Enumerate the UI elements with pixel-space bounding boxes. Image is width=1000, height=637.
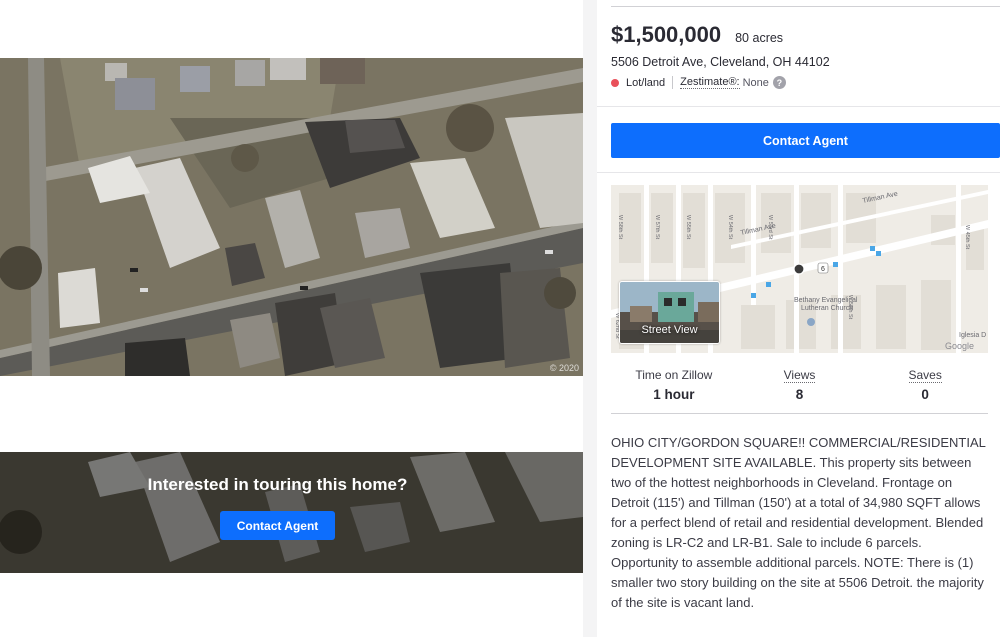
divider <box>597 106 1000 107</box>
listing-description: OHIO CITY/GORDON SQUARE!! COMMERCIAL/RES… <box>611 435 986 610</box>
price: $1,500,000 <box>611 22 722 47</box>
map-label-w55: W 55th St <box>685 215 691 240</box>
street-view-label: Street View <box>641 324 698 336</box>
summary-row: $1,500,000 80 acres <box>611 22 783 48</box>
route-shield-label: 6 <box>821 266 825 273</box>
zestimate-value: None <box>742 76 769 89</box>
column-divider <box>583 0 597 637</box>
map-label-iglesia: Iglesia D <box>959 332 986 339</box>
map-label-w58: W 58th St <box>617 215 623 240</box>
photo-column: © 2020 Interested in touring this home? … <box>0 0 583 637</box>
tour-banner: Interested in touring this home? Contact… <box>0 452 583 573</box>
stat-label[interactable]: Views <box>783 368 816 383</box>
divider <box>611 6 1000 7</box>
address: 5506 Detroit Ave, Cleveland, OH 44102 <box>611 55 830 69</box>
map-label-w53: W 53rd St <box>767 215 773 240</box>
tour-contact-agent-button[interactable]: Contact Agent <box>220 511 335 540</box>
status-row: Lot/land Zestimate®: None ? <box>611 76 786 89</box>
details-column: $1,500,000 80 acres 5506 Detroit Ave, Cl… <box>597 0 1000 637</box>
lot-size: 80 acres <box>735 31 784 45</box>
stats-row: Time on Zillow 1 hour Views 8 Saves 0 <box>611 366 988 402</box>
map-label-w45: W 45th St <box>964 225 970 250</box>
stat-views: Views 8 <box>737 366 863 402</box>
property-marker-icon <box>793 263 805 275</box>
help-icon[interactable]: ? <box>772 76 786 89</box>
stat-value: 8 <box>795 387 804 402</box>
status-dot-icon <box>611 78 619 87</box>
location-map[interactable]: 6 Tillman Ave Tillman Ave Bethany Evange… <box>611 185 988 353</box>
map-label-w50: W 50th St <box>847 295 853 320</box>
map-label-w57: W 57th St <box>654 215 660 240</box>
stat-label[interactable]: Saves <box>908 368 942 383</box>
aerial-photo[interactable]: © 2020 <box>0 58 583 376</box>
tour-title: Interested in touring this home? <box>147 475 408 494</box>
divider <box>611 413 988 414</box>
separator <box>672 76 674 89</box>
stat-value: 1 hour <box>653 387 695 402</box>
street-view-button[interactable]: Street View <box>619 281 720 344</box>
contact-agent-button[interactable]: Contact Agent <box>611 123 1000 158</box>
divider <box>597 172 1000 173</box>
status-label: Lot/land <box>626 76 666 89</box>
stat-label: Time on Zillow <box>635 368 713 382</box>
zestimate-label[interactable]: Zestimate®: <box>680 76 740 89</box>
stat-value: 0 <box>921 387 929 402</box>
photo-copyright: © 2020 <box>549 363 579 373</box>
map-label-w54: W 54th St <box>727 215 733 240</box>
aerial-image <box>0 58 583 376</box>
stat-saves: Saves 0 <box>862 366 988 402</box>
map-google-label: Google <box>945 341 974 351</box>
stat-time-on-zillow: Time on Zillow 1 hour <box>611 366 737 402</box>
